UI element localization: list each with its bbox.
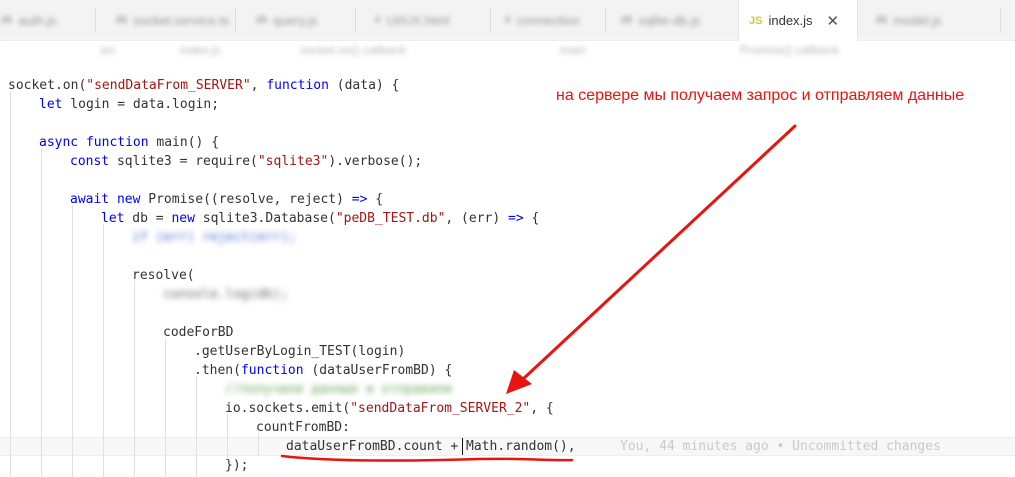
breadcrumb-item[interactable]: socket.on() callback bbox=[300, 43, 406, 57]
close-icon[interactable]: ✕ bbox=[827, 12, 840, 30]
js-file-icon: JS bbox=[620, 14, 633, 26]
breadcrumb-item[interactable]: Promise() callback bbox=[740, 43, 839, 57]
code-editor[interactable]: socket.on("sendDataFrom_SERVER", functio… bbox=[0, 62, 1015, 477]
git-blame-annotation: You, 44 minutes ago • Uncommitted change… bbox=[620, 439, 941, 454]
code-line-14: codeForBD bbox=[163, 325, 234, 340]
indent-guide bbox=[165, 338, 166, 477]
indent-guide bbox=[196, 376, 197, 477]
indent-guide bbox=[72, 205, 73, 477]
tab-uiux[interactable]: # UI/UX.html bbox=[375, 0, 449, 40]
code-line-11: resolve( bbox=[132, 268, 195, 283]
tab-sqlite-db[interactable]: JS sqlite-db.js bbox=[620, 0, 700, 40]
tab-index-js[interactable]: JS index.js ✕ bbox=[738, 0, 858, 41]
indent-guide bbox=[10, 91, 11, 477]
tab-label: auth.js bbox=[18, 12, 57, 28]
tab-divider bbox=[355, 8, 356, 32]
tab-model[interactable]: JS model.js bbox=[875, 0, 942, 40]
code-line-9-blurred: if (err) reject(err); bbox=[132, 230, 297, 245]
tab-label: index.js bbox=[768, 13, 813, 28]
js-file-icon: JS bbox=[115, 14, 128, 26]
code-line-8: let db = new sqlite3.Database("peDB_TEST… bbox=[101, 211, 540, 226]
js-file-icon: JS bbox=[875, 14, 888, 26]
code-line-19: countFromBD: bbox=[256, 420, 350, 435]
code-line-18: io.sockets.emit("sendDataFrom_SERVER_2",… bbox=[225, 401, 554, 416]
js-file-icon: JS bbox=[0, 14, 13, 26]
breadcrumb-item[interactable]: index.js bbox=[180, 43, 221, 57]
code-line-20: dataUserFromBD.count + Math.random(), bbox=[286, 439, 576, 454]
code-line-21: }); bbox=[225, 458, 249, 473]
breadcrumb-item[interactable]: src bbox=[100, 43, 116, 57]
indent-guide bbox=[134, 281, 135, 477]
code-line-5: const sqlite3 = require("sqlite3").verbo… bbox=[70, 154, 423, 169]
annotation-text: на сервере мы получаем запрос и отправля… bbox=[556, 87, 965, 104]
code-line-4: async function main() { bbox=[39, 135, 220, 150]
tab-socket-service[interactable]: JS socket.service.ts bbox=[115, 0, 229, 40]
tab-divider bbox=[235, 8, 236, 32]
tab-query[interactable]: JS query.js bbox=[255, 0, 318, 40]
code-line-16: .then(function (dataUserFromBD) { bbox=[194, 363, 453, 378]
tab-divider bbox=[1000, 8, 1001, 32]
js-file-icon: JS bbox=[749, 14, 763, 27]
code-line-2: let login = data.login; bbox=[39, 97, 220, 112]
tab-divider bbox=[605, 8, 606, 32]
file-icon: # bbox=[505, 14, 511, 26]
tab-label: UI/UX.html bbox=[386, 12, 450, 28]
tab-divider bbox=[490, 8, 491, 32]
breadcrumb: src index.js socket.on() callback main P… bbox=[0, 40, 1015, 62]
code-line-17-blurred: //получили данные и отправили bbox=[225, 382, 452, 397]
tab-label: model.js bbox=[893, 12, 942, 28]
tab-label: query.js bbox=[273, 12, 318, 28]
indent-guide bbox=[227, 414, 228, 459]
editor-tab-bar: JS auth.js JS socket.service.ts JS query.js… bbox=[0, 0, 1015, 41]
tab-label: socket.service.ts bbox=[133, 12, 230, 28]
tab-connection[interactable]: # connection bbox=[505, 0, 579, 40]
code-line-12-blurred: console.log(db); bbox=[163, 287, 289, 302]
indent-guide bbox=[41, 148, 42, 477]
tab-auth[interactable]: JS auth.js bbox=[0, 0, 57, 40]
code-line-7: await new Promise((resolve, reject) => { bbox=[70, 192, 384, 207]
tab-label: sqlite-db.js bbox=[638, 12, 701, 28]
file-icon: # bbox=[375, 14, 381, 26]
text-cursor bbox=[462, 438, 463, 455]
indent-guide bbox=[103, 224, 104, 477]
tab-divider bbox=[95, 8, 96, 32]
code-line-1: socket.on("sendDataFrom_SERVER", functio… bbox=[8, 78, 400, 93]
tab-label: connection bbox=[516, 12, 580, 28]
code-line-15: .getUserByLogin_TEST(login) bbox=[194, 344, 406, 359]
js-file-icon: JS bbox=[255, 14, 268, 26]
breadcrumb-item[interactable]: main bbox=[560, 43, 586, 57]
